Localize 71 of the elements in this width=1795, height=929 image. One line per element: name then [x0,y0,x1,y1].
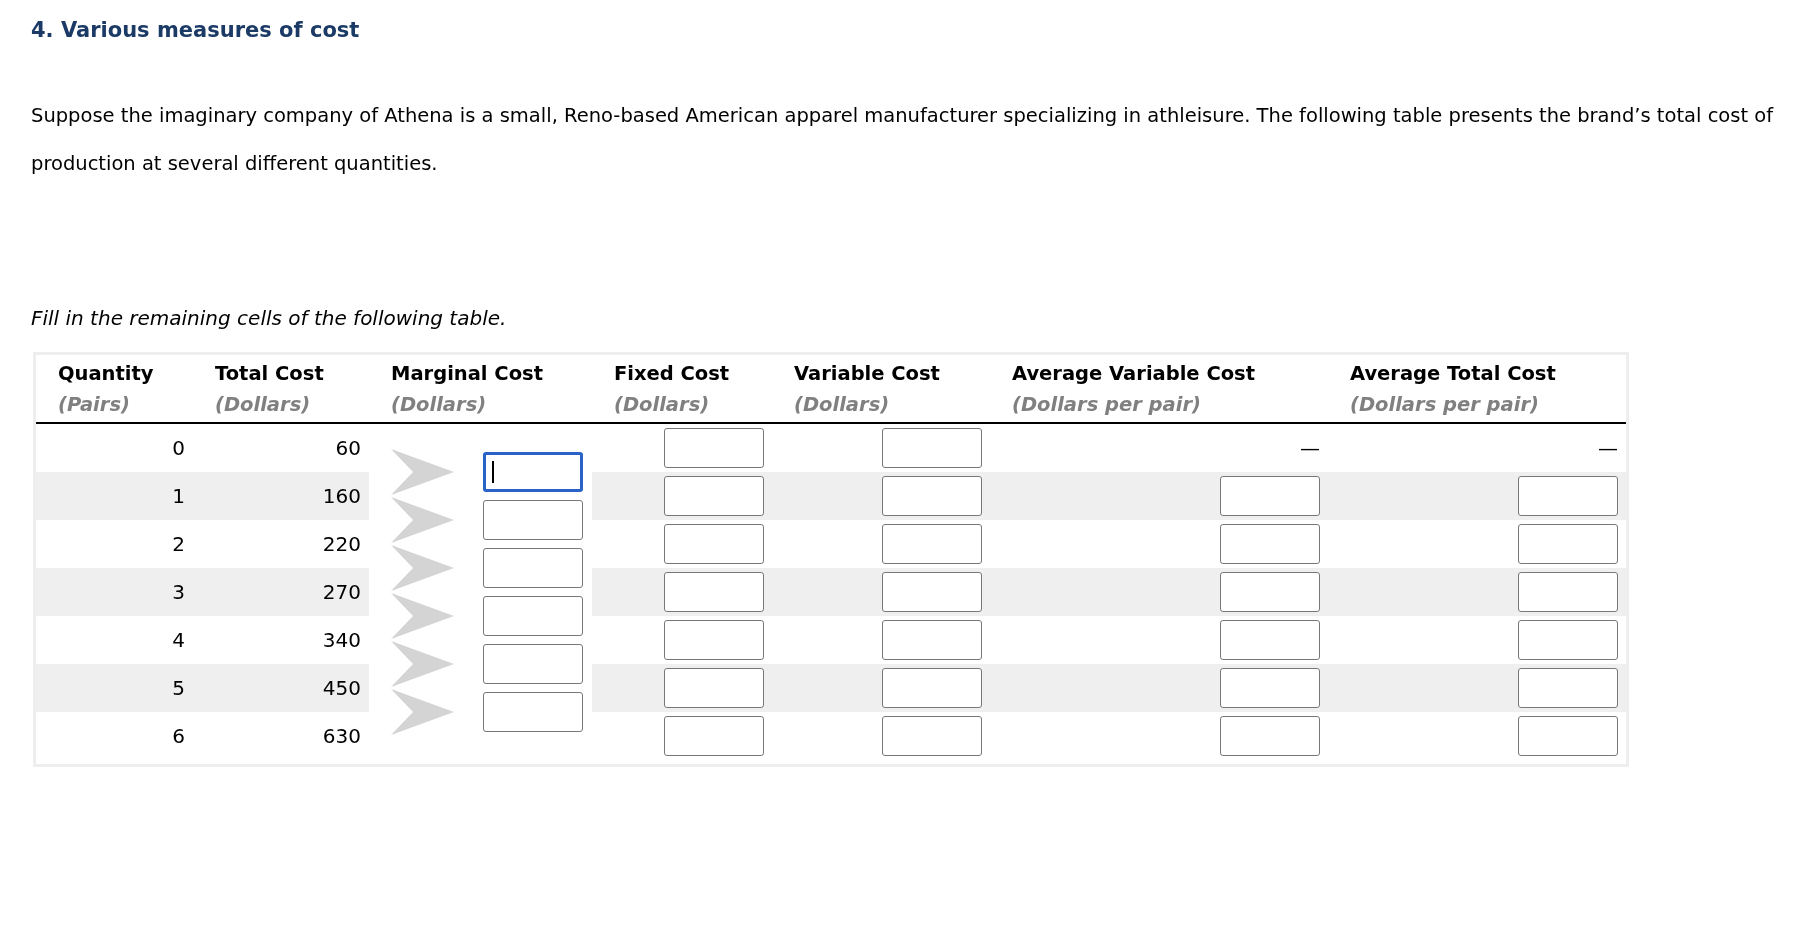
quantity-value: 5 [172,676,185,700]
instruction-text: Fill in the remaining cells of the following table. [31,306,508,330]
total-cost-value: 60 [335,436,361,460]
total-cost-value: 630 [322,724,361,748]
input-field[interactable] [1518,716,1618,756]
input-field[interactable] [1220,716,1320,756]
column-title: Total Cost [215,362,325,385]
column-title: Average Variable Cost [1012,362,1257,385]
input-field[interactable] [882,620,982,660]
input-field[interactable] [483,548,583,588]
column-unit: (Dollars) [614,393,711,416]
total-cost-value: 160 [322,484,361,508]
input-field[interactable] [664,620,764,660]
input-field[interactable] [882,428,982,468]
input-field[interactable] [664,476,764,516]
question-title: 4. Various measures of cost [31,18,361,42]
chevron-arrow-icon [391,593,454,639]
input-field[interactable] [664,428,764,468]
dash-text: — [1300,436,1320,460]
input-field[interactable] [1220,668,1320,708]
total-cost-value: 220 [322,532,361,556]
input-field[interactable] [1518,476,1618,516]
input-field[interactable] [483,500,583,540]
input-field[interactable] [664,572,764,612]
input-field[interactable] [1518,572,1618,612]
input-field[interactable] [882,716,982,756]
input-field[interactable] [483,692,583,732]
input-field[interactable] [483,452,583,492]
intro-paragraph: Suppose the imaginary company of Athena is a small, Reno-based American apparel manufacturer specializing in athleisure. The following table presents the brand’s total cost of production at several different quantities. [31,103,1775,177]
input-field[interactable] [882,524,982,564]
chevron-arrow-icon [391,689,454,735]
total-cost-value: 270 [322,580,361,604]
input-field[interactable] [1518,524,1618,564]
chevron-arrow-icon [391,497,454,543]
input-field[interactable] [882,476,982,516]
column-title: Average Total Cost [1350,362,1557,385]
column-title: Marginal Cost [391,362,544,385]
quantity-value: 6 [172,724,185,748]
input-field[interactable] [664,716,764,756]
input-field[interactable] [882,668,982,708]
column-title: Quantity [58,362,155,385]
quantity-value: 3 [172,580,185,604]
input-field[interactable] [1518,668,1618,708]
total-cost-value: 340 [322,628,361,652]
input-field[interactable] [1220,572,1320,612]
input-field[interactable] [1220,524,1320,564]
chevron-arrow-icon [391,641,454,687]
input-field[interactable] [1220,620,1320,660]
column-unit: (Dollars) [794,393,891,416]
input-field[interactable] [882,572,982,612]
quantity-value: 1 [172,484,185,508]
column-unit: (Pairs) [58,393,131,416]
input-field[interactable] [483,644,583,684]
input-field[interactable] [1220,476,1320,516]
total-cost-value: 450 [322,676,361,700]
quantity-value: 2 [172,532,185,556]
input-field[interactable] [1518,620,1618,660]
input-field[interactable] [664,668,764,708]
column-unit: (Dollars) [391,393,488,416]
input-field[interactable] [483,596,583,636]
quantity-value: 0 [172,436,185,460]
chevron-arrow-icon [391,449,454,495]
column-unit: (Dollars per pair) [1350,393,1540,416]
dash-text: — [1598,436,1618,460]
column-unit: (Dollars) [215,393,312,416]
column-title: Variable Cost [794,362,941,385]
input-field[interactable] [664,524,764,564]
chevron-arrow-icon [391,545,454,591]
column-unit: (Dollars per pair) [1012,393,1202,416]
quantity-value: 4 [172,628,185,652]
column-title: Fixed Cost [614,362,731,385]
